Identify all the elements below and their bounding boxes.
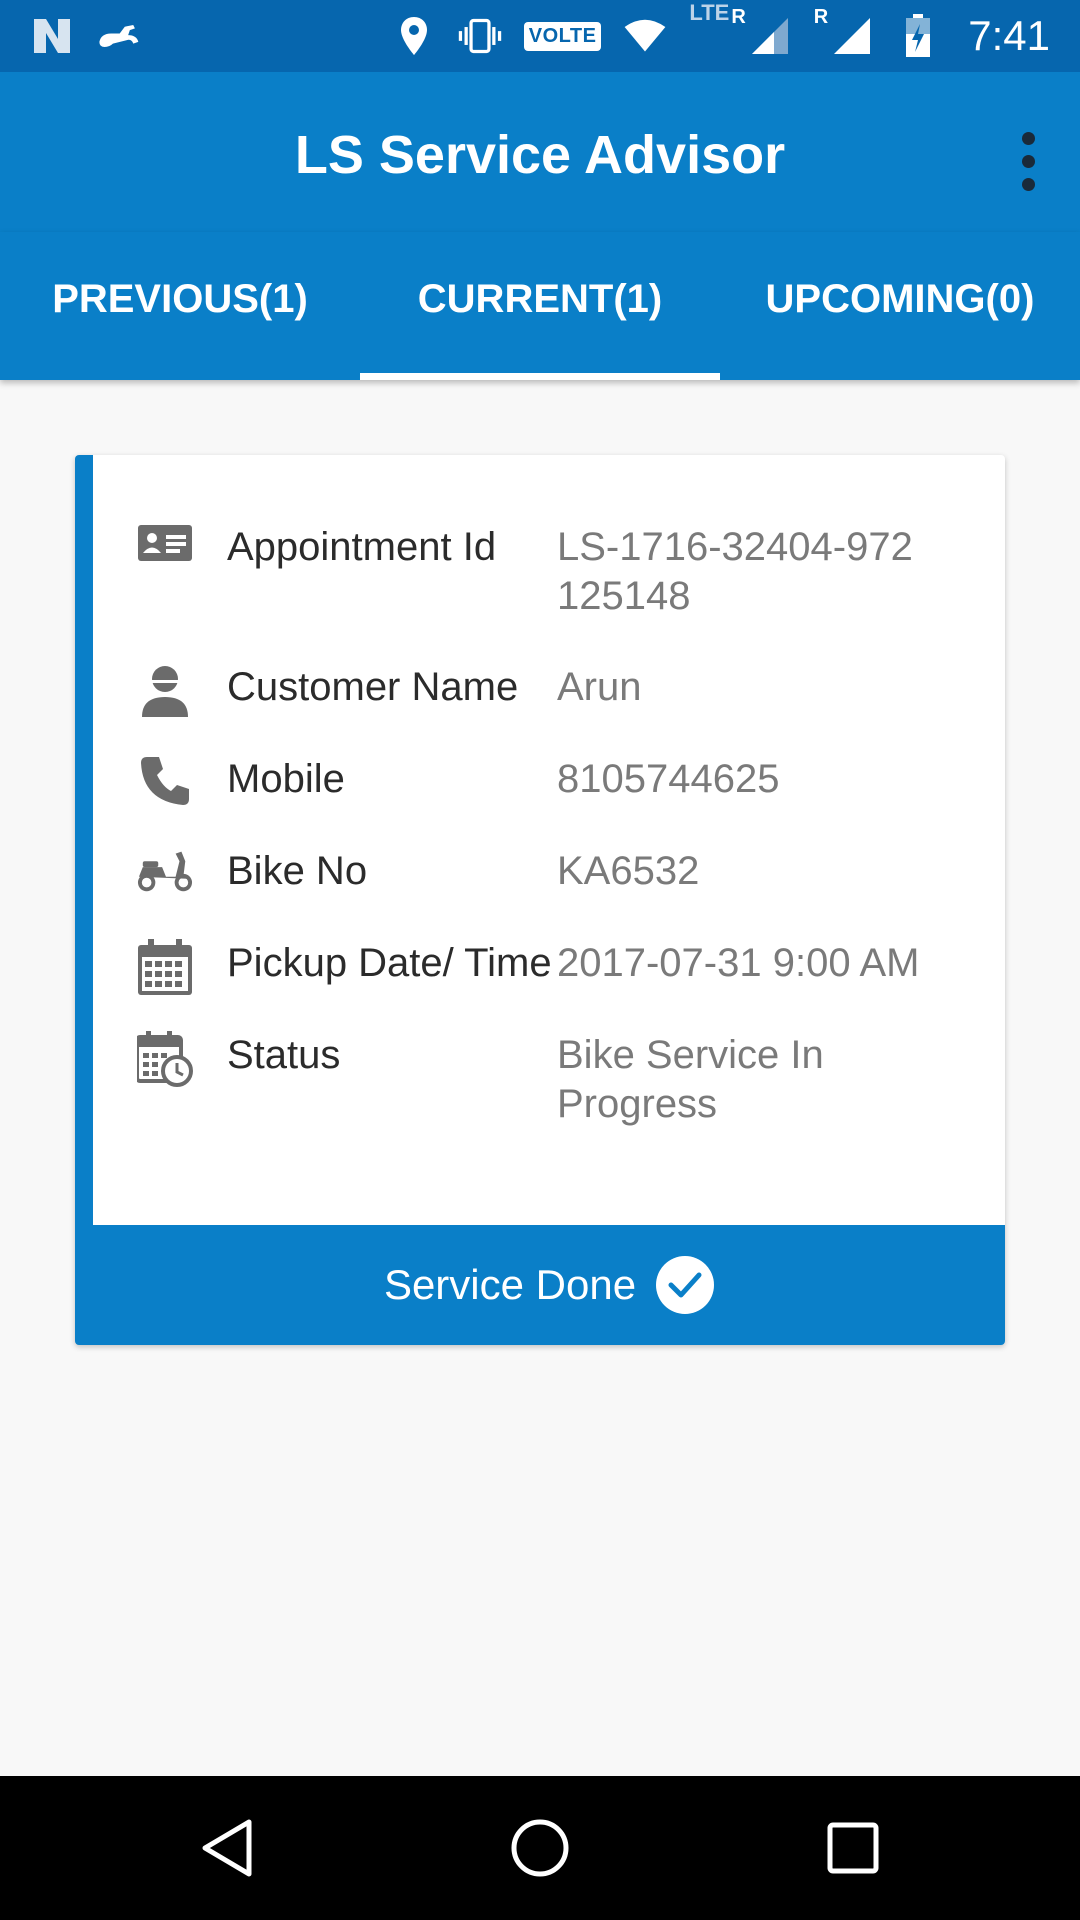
roaming-label: R (731, 6, 746, 28)
clock: 7:41 (968, 12, 1050, 59)
battery-charging-icon (896, 14, 940, 58)
phone-icon (137, 755, 193, 805)
overflow-dot (1021, 131, 1035, 145)
overflow-dot (1021, 154, 1035, 168)
recents-icon[interactable] (793, 1788, 913, 1908)
person-icon (137, 663, 193, 717)
app-title: LS Service Advisor (294, 125, 786, 185)
mobile-label: Mobile (227, 757, 345, 801)
back-icon[interactable] (167, 1788, 287, 1908)
service-done-label: Service Done (383, 1261, 637, 1308)
mobile-value: 8105744625 (557, 757, 780, 801)
screen: VOLTE LTE R R 7:41 LS Service Advisor PR… (0, 0, 1080, 1920)
bike-no-value: KA6532 (557, 849, 700, 893)
status-row: Status Bike Service In Progress (93, 1031, 1005, 1129)
pickup-date-label: Pickup Date/ Time (227, 941, 552, 985)
service-done-button[interactable]: Service Done (93, 1225, 1005, 1345)
signal-icon (830, 14, 874, 58)
tab-previous[interactable]: PREVIOUS(1) (0, 232, 360, 380)
volte-icon: VOLTE (523, 21, 602, 51)
location-icon (392, 14, 436, 58)
lte-label: LTE (689, 0, 730, 25)
calendar-clock-icon (137, 1031, 193, 1087)
signal-group-1: LTE R (689, 0, 792, 58)
status-label: Status (227, 1033, 341, 1077)
overflow-dot (1021, 177, 1035, 191)
bike-no-row: Bike No KA6532 (93, 847, 1005, 897)
appointment-details: Appointment Id LS-1716-32404-972 125148 … (93, 455, 1005, 1223)
notification-n-icon (30, 14, 74, 58)
pickup-date-row: Pickup Date/ Time 2017-07-31 9:00 AM (93, 939, 1005, 995)
calendar-icon (137, 939, 193, 995)
status-bar-right: VOLTE LTE R R 7:41 (392, 0, 1050, 60)
bike-notification-icon (96, 14, 140, 58)
customer-name-value: Arun (557, 665, 642, 709)
tab-bar: PREVIOUS(1) CURRENT(1) UPCOMING(0) (0, 232, 1080, 380)
mobile-row: Mobile 8105744625 (93, 755, 1005, 805)
customer-name-row: Customer Name Arun (93, 663, 1005, 717)
signal-group-2: R (814, 6, 874, 58)
status-value: Bike Service In Progress (557, 1033, 824, 1126)
signal-icon (748, 14, 792, 58)
scooter-icon (137, 847, 193, 897)
home-icon[interactable] (480, 1788, 600, 1908)
more-vert-icon[interactable] (996, 116, 1060, 206)
pickup-date-value: 2017-07-31 9:00 AM (557, 941, 920, 985)
status-bar-left (30, 14, 140, 58)
vibrate-icon (458, 14, 502, 58)
customer-name-label: Customer Name (227, 665, 519, 709)
bike-no-label: Bike No (227, 849, 368, 893)
check-circle-icon (656, 1256, 715, 1314)
app-bar: LS Service Advisor (0, 72, 1080, 232)
appointment-card: Appointment Id LS-1716-32404-972 125148 … (75, 455, 1005, 1345)
tab-label: PREVIOUS(1) (52, 276, 308, 321)
navigation-bar (0, 1776, 1080, 1920)
tab-upcoming[interactable]: UPCOMING(0) (720, 232, 1080, 380)
tab-label: UPCOMING(0) (765, 276, 1035, 321)
tab-indicator (360, 373, 720, 380)
wifi-icon (623, 14, 667, 58)
appointment-id-row: Appointment Id LS-1716-32404-972 125148 (93, 523, 1005, 621)
roaming-label: R (813, 6, 829, 28)
tab-current[interactable]: CURRENT(1) (360, 232, 720, 380)
status-bar: VOLTE LTE R R 7:41 (0, 0, 1080, 72)
appointment-id-value: LS-1716-32404-972 125148 (557, 525, 913, 618)
id-card-icon (137, 523, 193, 573)
tab-label: CURRENT(1) (417, 276, 663, 321)
appointment-id-label: Appointment Id (227, 525, 497, 569)
